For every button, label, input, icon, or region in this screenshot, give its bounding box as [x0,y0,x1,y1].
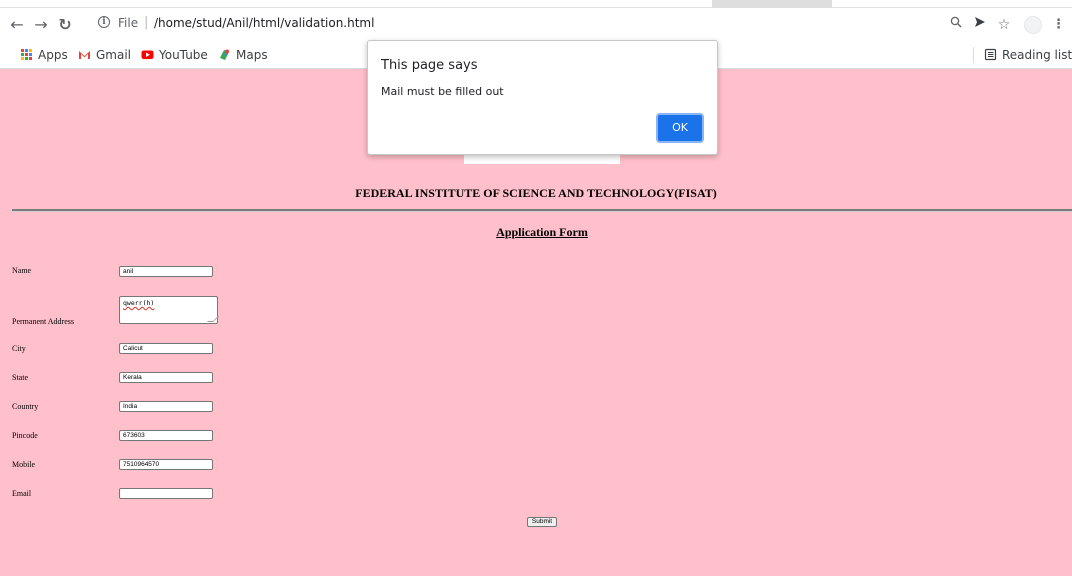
bookmark-maps-label: Maps [236,48,268,62]
pincode-field[interactable]: 673603 [119,430,213,441]
reload-icon[interactable]: ↻ [54,13,76,37]
mobile-field[interactable]: 7510964570 [119,459,213,470]
bookmark-youtube-label: YouTube [159,48,208,62]
address-bar[interactable]: i File | /home/stud/Anil/html/validation… [90,13,970,37]
bookmark-youtube[interactable]: YouTube [141,45,208,65]
bookmark-apps-label: Apps [38,48,68,62]
state-label: State [12,373,28,382]
bookmark-maps[interactable]: Maps [218,45,268,65]
mobile-label: Mobile [12,460,36,469]
gmail-icon [79,51,90,59]
country-field[interactable]: India [119,401,213,412]
ok-button[interactable]: OK [656,113,704,143]
tab-strip-segment [712,0,832,8]
address-text: qwerr(h) [123,299,155,307]
dialog-title: This page says [381,58,478,73]
resize-handle[interactable] [207,316,219,322]
dialog-message: Mail must be filled out [381,85,504,98]
alert-dialog: This page says Mail must be filled out O… [367,40,718,155]
maps-icon [220,49,229,60]
url-separator: | [144,15,149,30]
country-label: Country [12,402,39,411]
reading-list-icon [984,48,997,61]
url-scheme: File [118,16,139,30]
submit-button[interactable]: Submit [527,517,557,527]
tab-strip [0,0,1072,8]
form-title: Application Form [496,225,588,239]
apps-icon [21,49,32,60]
horizontal-rule [12,209,1072,212]
bookmark-apps[interactable]: Apps [20,45,68,65]
address-label: Permanent Address [12,317,74,326]
browser-toolbar: ← → ↻ i File | /home/stud/Anil/html/vali… [0,10,1072,42]
reading-list-label: Reading list [1002,48,1072,62]
zoom-icon[interactable] [949,13,963,37]
name-label: Name [12,266,32,275]
back-icon[interactable]: ← [6,13,28,37]
institute-title: FEDERAL INSTITUTE OF SCIENCE AND TECHNOL… [355,186,717,200]
reading-list-button[interactable]: Reading list [984,45,1072,65]
email-field[interactable] [119,488,213,499]
city-label: City [12,344,26,353]
bookmarks-divider [973,47,974,63]
info-icon[interactable]: i [98,16,110,28]
city-field[interactable]: Calicut [119,343,213,354]
youtube-icon [141,50,154,59]
name-field[interactable]: anil [119,266,213,277]
bookmark-gmail-label: Gmail [96,48,132,62]
menu-icon[interactable]: ⋮ [1052,13,1065,37]
send-icon[interactable] [973,13,987,37]
pincode-label: Pincode [12,431,38,440]
url-path: /home/stud/Anil/html/validation.html [154,16,375,30]
state-field[interactable]: Kerala [119,372,213,383]
profile-avatar[interactable] [1024,16,1042,34]
forward-icon[interactable]: → [30,13,52,37]
address-textarea[interactable]: qwerr(h) [119,296,219,324]
star-icon[interactable]: ☆ [996,13,1012,37]
bookmark-gmail[interactable]: Gmail [78,45,131,65]
email-label: Email [12,489,32,498]
